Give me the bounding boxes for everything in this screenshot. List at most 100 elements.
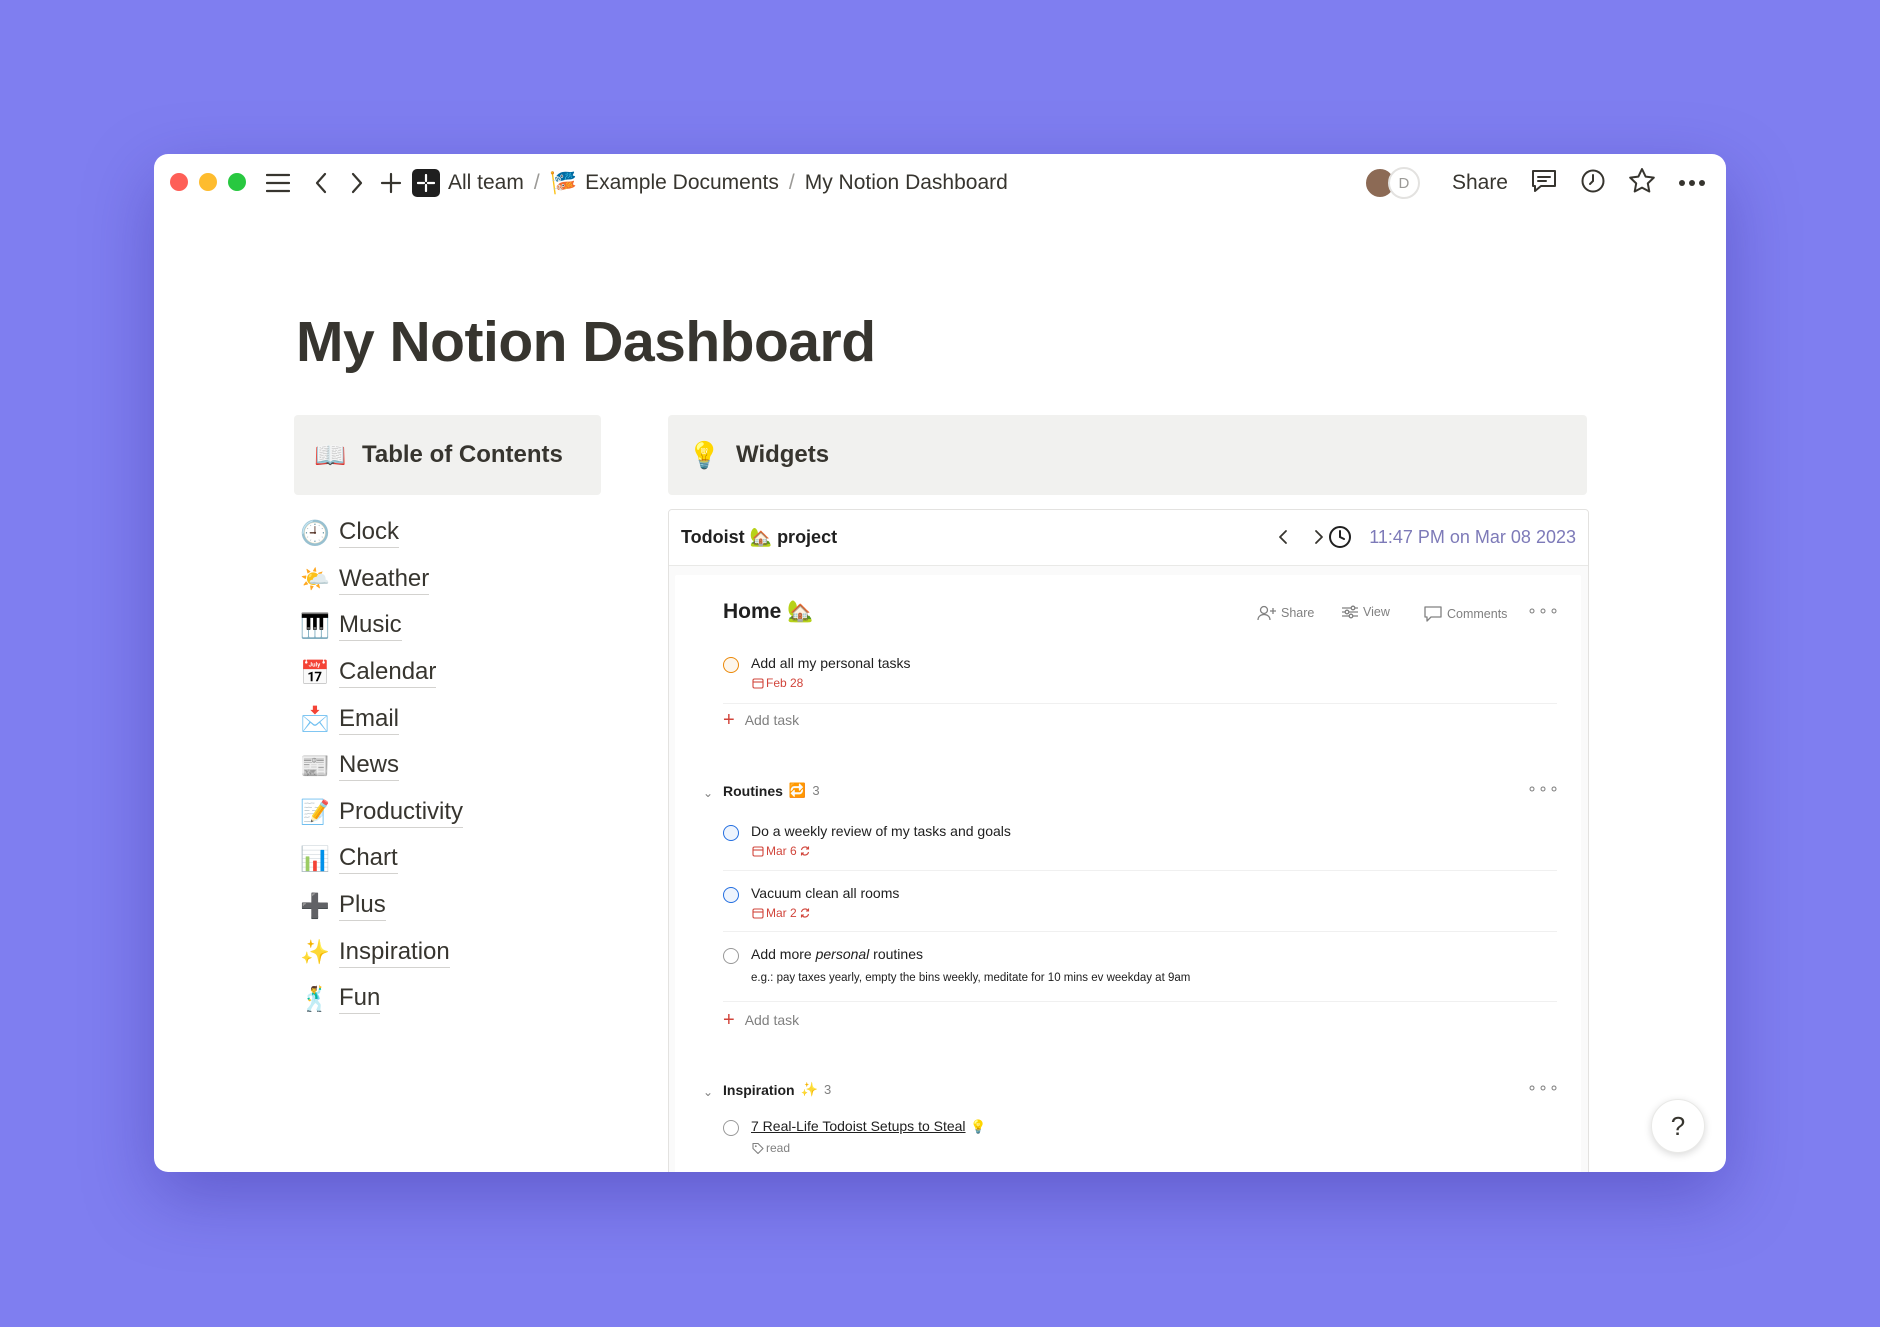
task-link[interactable]: 7 Real-Life Todoist Setups to Steal bbox=[751, 1118, 966, 1134]
toc-link[interactable]: Fun bbox=[339, 984, 381, 1015]
toc-item-calendar[interactable]: 📅 Calendar bbox=[299, 650, 463, 697]
toc-link[interactable]: Email bbox=[339, 705, 400, 735]
tag-icon bbox=[752, 1142, 764, 1154]
sparkles-icon: ✨ bbox=[300, 939, 330, 967]
task-checkbox[interactable] bbox=[723, 887, 739, 903]
share-label: Share bbox=[1281, 606, 1315, 620]
toc-list: 🕘 Clock 🌤️ Weather 🎹 Music 📅 Calendar 📩 Email… bbox=[299, 510, 464, 1023]
due-date-text: Mar 2 bbox=[766, 906, 797, 920]
breadcrumb-example-documents[interactable]: Example Documents bbox=[585, 171, 779, 195]
task-checkbox[interactable] bbox=[723, 1120, 739, 1136]
workspace-logo-icon bbox=[412, 169, 440, 197]
toc-item-productivity[interactable]: 📝 Productivity bbox=[299, 790, 464, 837]
divider bbox=[723, 1001, 1557, 1002]
sidebar-menu-icon[interactable] bbox=[263, 168, 293, 198]
task-title[interactable]: 7 Real-Life Todoist Setups to Steal 💡 bbox=[751, 1118, 986, 1136]
breadcrumb-separator: / bbox=[533, 171, 540, 194]
minimize-window-button[interactable] bbox=[199, 173, 217, 191]
project-share-button[interactable]: Share bbox=[1257, 605, 1314, 621]
widget-header: Todoist 🏡 project 11:47 PM on Mar 08 202… bbox=[669, 510, 1588, 566]
project-more-icon[interactable]: ∘∘∘ bbox=[1527, 601, 1560, 621]
due-date-text: Feb 28 bbox=[766, 676, 804, 690]
add-task-label: Add task bbox=[744, 712, 800, 728]
toc-link[interactable]: Productivity bbox=[339, 798, 464, 828]
project-view-button[interactable]: View bbox=[1341, 605, 1390, 619]
page-title: My Notion Dashboard bbox=[296, 310, 876, 374]
app-window: All team / 🎏 Example Documents / My Noti… bbox=[154, 154, 1726, 1172]
favorite-star-icon[interactable] bbox=[1628, 167, 1656, 199]
toc-link[interactable]: Calendar bbox=[339, 658, 437, 689]
sparkles-icon: ✨ bbox=[800, 1081, 818, 1097]
task-checkbox[interactable] bbox=[723, 657, 739, 673]
todoist-project-view: Home 🏡 Share View Comments ∘∘∘ Add all m… bbox=[675, 575, 1581, 1172]
divider bbox=[723, 703, 1557, 704]
toc-link[interactable]: Plus bbox=[339, 891, 386, 922]
light-bulb-icon: 💡 bbox=[970, 1119, 987, 1134]
task-due-date: Mar 6 bbox=[752, 844, 811, 858]
collaborator-avatars[interactable]: D bbox=[1363, 166, 1430, 200]
task-title-part: routines bbox=[869, 946, 923, 962]
back-arrow-icon[interactable] bbox=[306, 168, 336, 198]
open-book-icon: 📖 bbox=[314, 439, 347, 470]
maximize-window-button[interactable] bbox=[228, 173, 246, 191]
task-description: e.g.: pay taxes yearly, empty the bins w… bbox=[751, 972, 1191, 984]
toc-link[interactable]: Inspiration bbox=[339, 938, 450, 968]
project-comments-button[interactable]: Comments bbox=[1423, 605, 1507, 623]
toc-item-news[interactable]: 📰 News bbox=[299, 743, 463, 790]
collapse-chevron-icon[interactable]: ⌄ bbox=[703, 786, 713, 800]
forward-arrow-icon[interactable] bbox=[342, 168, 372, 198]
avatar-initial: D bbox=[1398, 174, 1410, 192]
breadcrumb-separator: / bbox=[788, 171, 795, 194]
widgets-callout: 💡 Widgets bbox=[668, 415, 1587, 495]
newspaper-icon: 📰 bbox=[300, 752, 330, 780]
section-header-routines: Routines 🔁 3 bbox=[723, 782, 820, 799]
more-options-icon[interactable] bbox=[1678, 174, 1706, 192]
collapse-chevron-icon[interactable]: ⌄ bbox=[703, 1085, 713, 1099]
add-task-button[interactable]: + Add task bbox=[723, 1010, 799, 1030]
help-button[interactable]: ? bbox=[1651, 1099, 1705, 1153]
widgets-title: Widgets bbox=[736, 441, 830, 468]
toc-item-plus[interactable]: ➕ Plus bbox=[299, 883, 463, 930]
toc-item-clock[interactable]: 🕘 Clock bbox=[299, 510, 463, 557]
new-page-plus-icon[interactable] bbox=[376, 168, 406, 198]
section-count: 3 bbox=[824, 1082, 832, 1097]
widget-datetime: 11:47 PM on Mar 08 2023 bbox=[1369, 527, 1576, 547]
task-title-part: Add more bbox=[751, 946, 816, 962]
section-more-icon[interactable]: ∘∘∘ bbox=[1527, 1078, 1560, 1098]
share-button[interactable]: Share bbox=[1452, 171, 1508, 195]
toc-link[interactable]: Weather bbox=[339, 565, 430, 595]
task-title-emphasis: personal bbox=[815, 946, 870, 962]
divider bbox=[723, 931, 1557, 932]
task-checkbox[interactable] bbox=[723, 825, 739, 841]
history-clock-icon[interactable] bbox=[1580, 168, 1606, 199]
toc-item-inspiration[interactable]: ✨ Inspiration bbox=[299, 929, 463, 976]
comments-icon[interactable] bbox=[1530, 168, 1558, 199]
widget-prev-icon[interactable] bbox=[1270, 524, 1296, 550]
task-title[interactable]: Add all my personal tasks bbox=[751, 655, 911, 671]
toc-link[interactable]: Chart bbox=[339, 844, 398, 875]
toc-item-email[interactable]: 📩 Email bbox=[299, 696, 463, 743]
repeat-icon: 🔁 bbox=[788, 782, 807, 798]
task-checkbox[interactable] bbox=[723, 948, 739, 964]
task-due-date: Feb 28 bbox=[752, 676, 803, 690]
breadcrumb: All team / 🎏 Example Documents / My Noti… bbox=[412, 168, 1008, 198]
due-date-text: Mar 6 bbox=[766, 844, 797, 858]
toc-link[interactable]: News bbox=[339, 751, 400, 782]
toc-item-chart[interactable]: 📊 Chart bbox=[299, 836, 463, 883]
task-title[interactable]: Do a weekly review of my tasks and goals bbox=[751, 823, 1011, 839]
toc-link[interactable]: Music bbox=[339, 611, 402, 642]
toc-title: Table of Contents bbox=[362, 441, 563, 468]
task-title[interactable]: Vacuum clean all rooms bbox=[751, 885, 899, 901]
section-name: Routines bbox=[723, 782, 783, 799]
close-window-button[interactable] bbox=[170, 173, 188, 191]
add-task-button[interactable]: + Add task bbox=[723, 710, 800, 730]
toc-item-fun[interactable]: 🕺 Fun bbox=[299, 976, 463, 1023]
breadcrumb-current-page[interactable]: My Notion Dashboard bbox=[805, 171, 1008, 195]
toc-link[interactable]: Clock bbox=[339, 518, 400, 549]
toc-item-weather[interactable]: 🌤️ Weather bbox=[299, 557, 463, 604]
task-title[interactable]: Add more personal routines bbox=[751, 946, 923, 962]
toc-item-music[interactable]: 🎹 Music bbox=[299, 603, 463, 650]
widget-title: Todoist 🏡 project bbox=[681, 527, 838, 547]
section-more-icon[interactable]: ∘∘∘ bbox=[1527, 779, 1560, 799]
breadcrumb-workspace[interactable]: All team bbox=[448, 171, 524, 195]
